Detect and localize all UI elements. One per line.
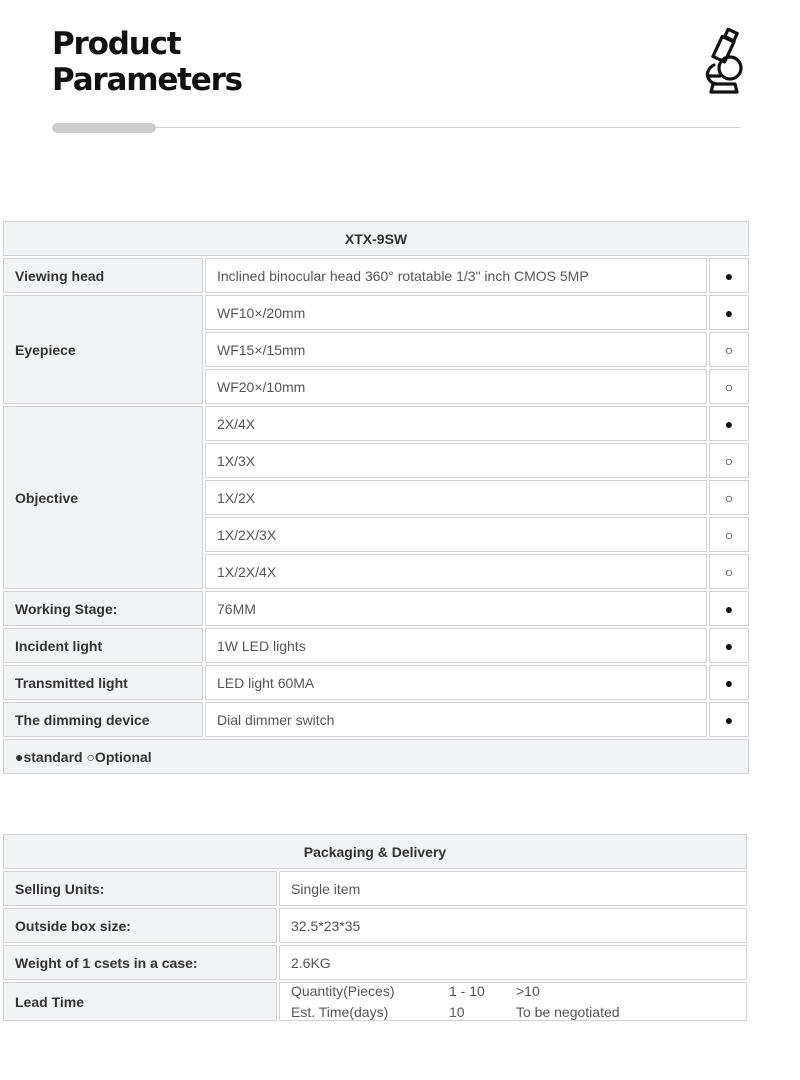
row-value: 1W LED lights [205, 628, 707, 663]
row-label: Incident light [3, 628, 203, 663]
row-value: 76MM [205, 591, 707, 626]
lead-time-days-value1: 10 [449, 1004, 465, 1020]
table-row: Outside box size: 32.5*23*35 [3, 908, 747, 943]
microscope-icon [700, 27, 746, 96]
packaging-header: Packaging & Delivery [3, 834, 747, 869]
row-label: The dimming device [3, 702, 203, 737]
row-label: Lead Time [3, 982, 277, 1021]
standard-mark: ● [709, 665, 750, 700]
lead-time-days-value2: To be negotiated [516, 1004, 620, 1020]
row-value: 2.6KG [279, 945, 747, 980]
standard-mark: ● [709, 628, 750, 663]
optional-mark: ○ [709, 517, 750, 552]
optional-mark: ○ [709, 332, 750, 367]
row-label: Viewing head [3, 258, 203, 293]
optional-mark: ○ [709, 369, 750, 404]
row-value: 1X/2X/4X [205, 554, 707, 589]
lead-time-qty-label: Quantity(Pieces) [291, 983, 395, 999]
row-value: WF10×/20mm [205, 295, 707, 330]
row-value: Single item [279, 871, 747, 906]
lead-time-grid: Quantity(Pieces) 1 - 10 >10 Est. Time(da… [291, 983, 735, 1020]
row-value: 32.5*23*35 [279, 908, 747, 943]
row-value: 1X/2X/3X [205, 517, 707, 552]
row-value: LED light 60MA [205, 665, 707, 700]
table-row: Weight of 1 csets in a case: 2.6KG [3, 945, 747, 980]
spec-table: XTX-9SW Viewing head Inclined binocular … [1, 219, 751, 776]
standard-mark: ● [709, 702, 750, 737]
row-label: Eyepiece [3, 295, 203, 404]
row-value: Inclined binocular head 360° rotatable 1… [205, 258, 707, 293]
row-value: 1X/2X [205, 480, 707, 515]
table-row: Transmitted light LED light 60MA ● [3, 665, 750, 700]
standard-mark: ● [709, 258, 750, 293]
row-value: 2X/4X [205, 406, 707, 441]
table-row: Viewing head Inclined binocular head 360… [3, 258, 750, 293]
page-title-line2: Parameters [52, 62, 243, 98]
table-row: Eyepiece WF10×/20mm ● [3, 295, 750, 404]
lead-time-qty-range1: 1 - 10 [449, 983, 485, 999]
page-title-line1: Product [52, 26, 182, 62]
row-label: Transmitted light [3, 665, 203, 700]
lead-time-qty-range2: >10 [516, 983, 540, 999]
row-value: WF15×/15mm [205, 332, 707, 367]
table-row: Selling Units: Single item [3, 871, 747, 906]
row-label: Weight of 1 csets in a case: [3, 945, 277, 980]
row-value: Dial dimmer switch [205, 702, 707, 737]
table-row: Lead Time Quantity(Pieces) 1 - 10 >10 Es… [3, 982, 747, 1021]
standard-mark: ● [709, 295, 750, 330]
row-value: 1X/3X [205, 443, 707, 478]
row-label: Working Stage: [3, 591, 203, 626]
table-row: Objective 2X/4X ● [3, 406, 750, 589]
page-title: Product Parameters [52, 26, 243, 98]
row-label: Objective [3, 406, 203, 589]
row-label: Outside box size: [3, 908, 277, 943]
row-value: WF20×/10mm [205, 369, 707, 404]
lead-time-days-label: Est. Time(days) [291, 1004, 389, 1020]
table-row: The dimming device Dial dimmer switch ● [3, 702, 750, 737]
optional-mark: ○ [709, 480, 750, 515]
packaging-table: Packaging & Delivery Selling Units: Sing… [1, 832, 749, 1023]
divider-accent [52, 123, 156, 133]
standard-mark: ● [709, 591, 750, 626]
table-row: Working Stage: 76MM ● [3, 591, 750, 626]
table-row: Incident light 1W LED lights ● [3, 628, 750, 663]
row-label: Selling Units: [3, 871, 277, 906]
spec-model-header: XTX-9SW [3, 221, 750, 256]
optional-mark: ○ [709, 554, 750, 589]
legend-note: ●standard ○Optional [3, 739, 750, 774]
lead-time-cell: Quantity(Pieces) 1 - 10 >10 Est. Time(da… [279, 982, 747, 1021]
standard-mark: ● [709, 406, 750, 441]
optional-mark: ○ [709, 443, 750, 478]
